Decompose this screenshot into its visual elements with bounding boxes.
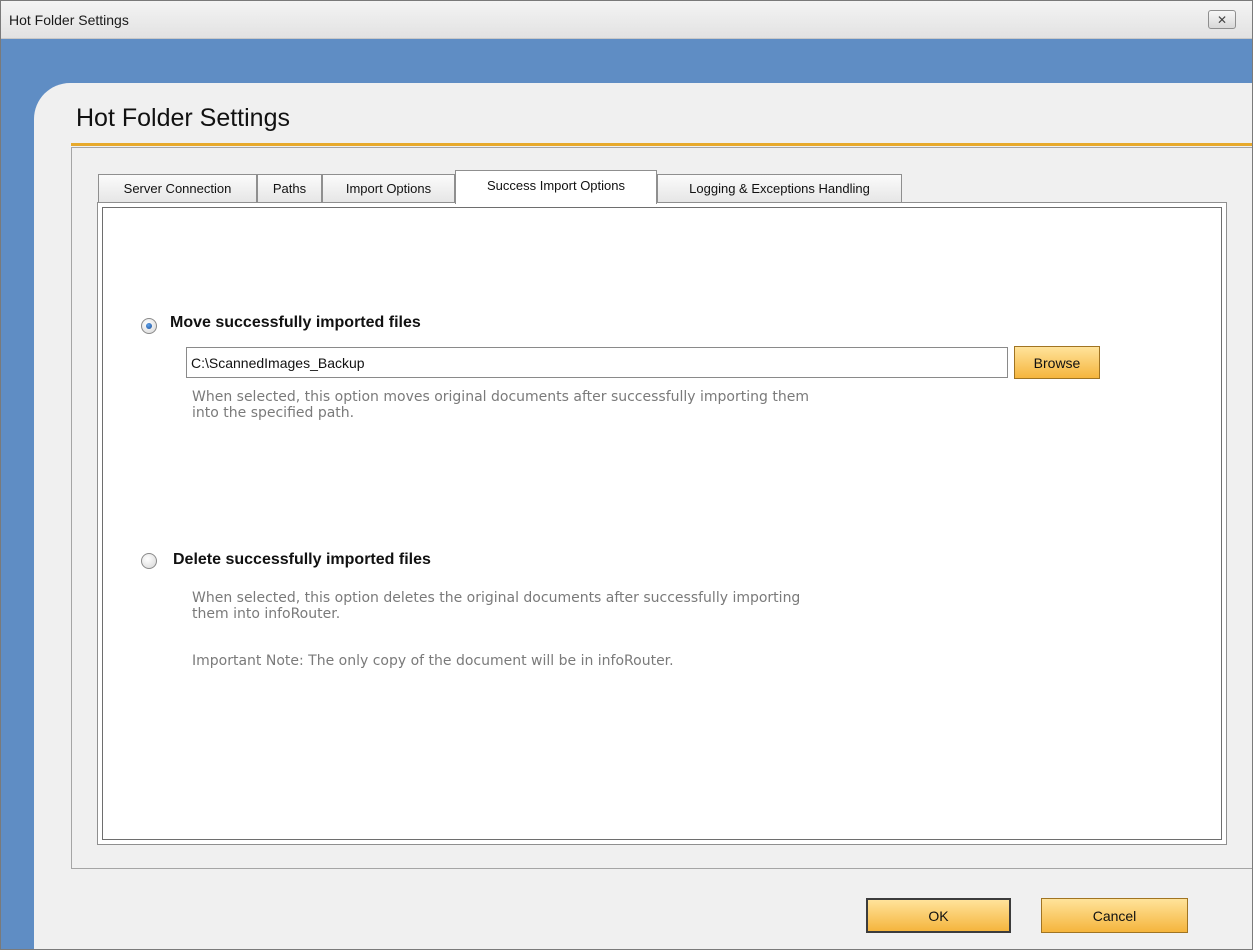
cancel-button[interactable]: Cancel <box>1041 898 1188 933</box>
tab-logging-exceptions[interactable]: Logging & Exceptions Handling <box>657 174 902 202</box>
move-files-radio[interactable] <box>141 318 157 334</box>
radio-selected-dot <box>146 323 152 329</box>
title-bar[interactable]: Hot Folder Settings ✕ <box>1 1 1252 39</box>
tab-success-import-options[interactable]: Success Import Options <box>455 170 657 204</box>
tab-server-connection[interactable]: Server Connection <box>98 174 257 202</box>
tab-paths[interactable]: Paths <box>257 174 322 202</box>
browse-button-label: Browse <box>1033 354 1081 371</box>
page-title: Hot Folder Settings <box>76 104 290 132</box>
move-description-line-1: When selected, this option moves origina… <box>192 389 809 405</box>
move-files-label[interactable]: Move successfully imported files <box>170 314 421 332</box>
dialog-window: Hot Folder Settings ✕ Hot Folder Setting… <box>0 0 1253 950</box>
delete-description-line-2: them into infoRouter. <box>192 606 341 622</box>
tab-panel <box>97 202 1227 845</box>
title-underline <box>71 143 1252 146</box>
tab-label: Import Options <box>345 181 432 196</box>
move-description-line-2: into the specified path. <box>192 405 355 421</box>
cancel-button-label: Cancel <box>1092 907 1137 924</box>
window-title: Hot Folder Settings <box>9 12 129 28</box>
tab-label: Logging & Exceptions Handling <box>689 181 870 196</box>
delete-files-radio[interactable] <box>141 553 157 569</box>
ok-button[interactable]: OK <box>866 898 1011 933</box>
delete-description-line-1: When selected, this option deletes the o… <box>192 590 801 606</box>
tab-import-options[interactable]: Import Options <box>322 174 455 202</box>
close-button[interactable]: ✕ <box>1208 10 1236 29</box>
move-path-input[interactable] <box>186 347 1008 378</box>
tab-label: Paths <box>272 181 307 196</box>
delete-important-note: Important Note: The only copy of the doc… <box>192 653 674 669</box>
tab-panel-border <box>102 207 1222 840</box>
delete-files-label[interactable]: Delete successfully imported files <box>173 551 431 569</box>
browse-button[interactable]: Browse <box>1014 346 1100 379</box>
tab-label: Success Import Options <box>487 178 625 193</box>
tab-label: Server Connection <box>123 181 232 196</box>
ok-button-label: OK <box>928 907 949 924</box>
close-icon: ✕ <box>1216 12 1228 27</box>
